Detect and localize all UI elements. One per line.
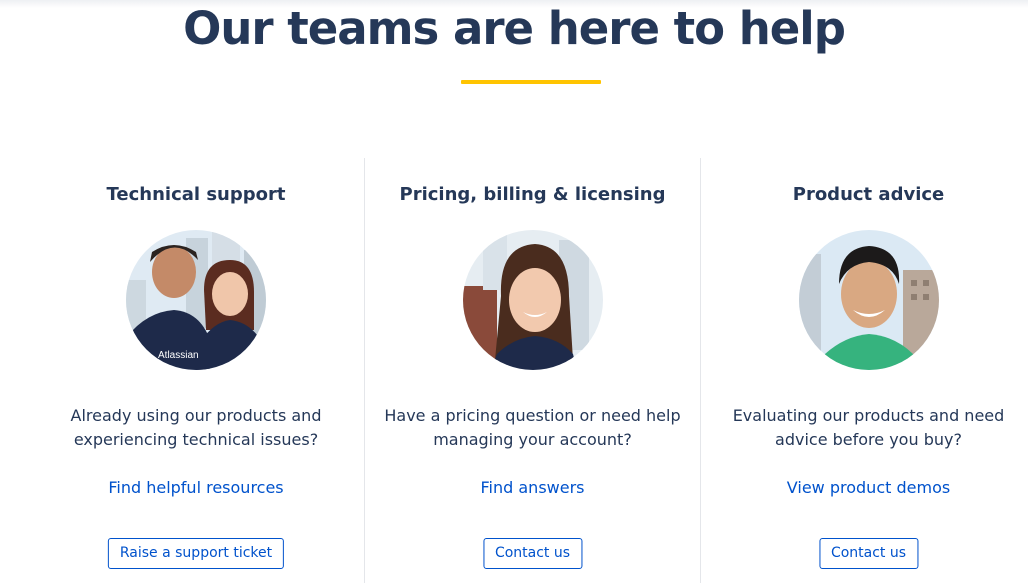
support-columns: Technical support Atlassian Already usin… xyxy=(28,158,1028,583)
team-photo-product-advice xyxy=(798,230,939,370)
contact-us-button[interactable]: Contact us xyxy=(818,538,919,569)
column-product-advice: Product advice Evaluating our products a… xyxy=(700,158,1028,583)
page-title: Our teams are here to help xyxy=(183,2,846,55)
column-description: Already using our products and experienc… xyxy=(70,406,322,449)
column-technical-support: Technical support Atlassian Already usin… xyxy=(28,158,364,583)
view-product-demos-link[interactable]: View product demos xyxy=(701,478,1028,497)
find-answers-link[interactable]: Find answers xyxy=(365,478,700,497)
column-description: Have a pricing question or need help man… xyxy=(384,406,681,449)
column-description: Evaluating our products and need advice … xyxy=(732,406,1005,449)
team-photo-pricing-billing xyxy=(462,230,603,370)
title-accent-underline xyxy=(461,80,601,84)
column-title: Product advice xyxy=(792,184,945,205)
column-title: Pricing, billing & licensing xyxy=(399,184,666,205)
column-pricing-billing: Pricing, billing & licensing Have a pric… xyxy=(364,158,700,583)
contact-us-button[interactable]: Contact us xyxy=(482,538,583,569)
raise-support-ticket-button[interactable]: Raise a support ticket xyxy=(107,538,285,569)
shirt-logo-text: Atlassian xyxy=(158,350,199,361)
team-photo-technical-support: Atlassian xyxy=(126,230,266,370)
column-title: Technical support xyxy=(106,184,286,205)
find-helpful-resources-link[interactable]: Find helpful resources xyxy=(28,478,364,497)
